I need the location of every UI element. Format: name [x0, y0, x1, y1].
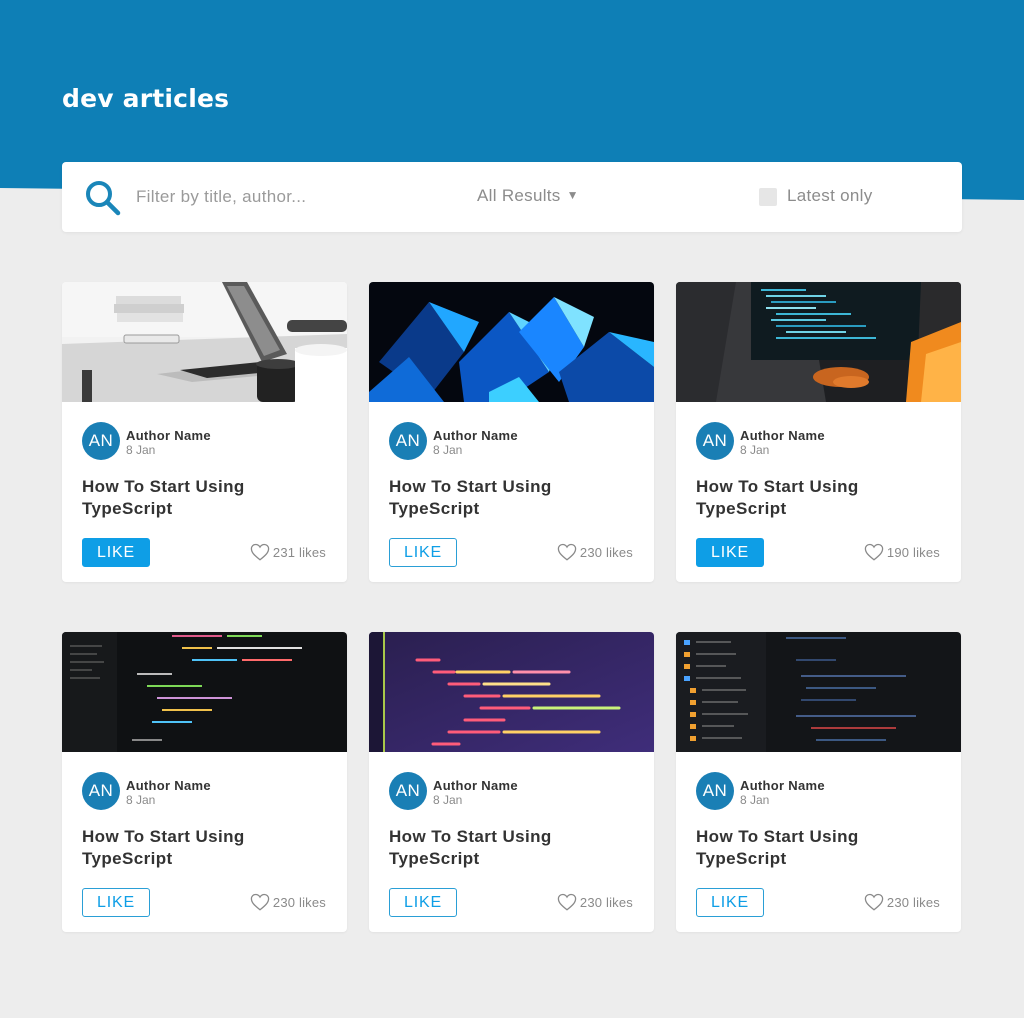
likes-count-label: 230 likes	[272, 894, 326, 910]
like-count: 230 likes	[864, 893, 940, 911]
author-name: Author Name	[740, 428, 825, 443]
latest-only-label: Latest only	[787, 186, 873, 205]
article-thumbnail[interactable]	[676, 632, 961, 752]
like-count: 230 likes	[250, 893, 326, 911]
article-thumbnail[interactable]	[369, 632, 654, 752]
like-count: 231 likes	[250, 543, 326, 561]
likes-count-label: 230 likes	[579, 894, 633, 910]
article-thumbnail[interactable]	[676, 282, 961, 402]
caret-down-icon: ▼	[566, 188, 579, 202]
author-name: Author Name	[126, 778, 211, 793]
latest-only-checkbox[interactable]	[759, 188, 777, 206]
like-button[interactable]: LIKE	[696, 538, 764, 567]
results-dropdown-label: All Results	[477, 186, 561, 205]
article-card[interactable]: AN Author Name 8 Jan How To Start Using Typ…	[62, 282, 347, 582]
heart-icon	[864, 543, 884, 561]
likes-count-label: 231 likes	[272, 544, 326, 560]
article-title[interactable]: How To Start Using TypeScript	[389, 476, 619, 520]
article-card[interactable]: AN Author Name 8 Jan How To Start Using Typ…	[676, 282, 961, 582]
post-date: 8 Jan	[433, 443, 463, 457]
likes-count-label: 230 likes	[579, 544, 633, 560]
article-title[interactable]: How To Start Using TypeScript	[696, 826, 926, 870]
heart-icon	[557, 893, 577, 911]
article-title[interactable]: How To Start Using TypeScript	[82, 476, 312, 520]
post-date: 8 Jan	[433, 793, 463, 807]
search-icon[interactable]	[84, 179, 122, 217]
article-thumbnail[interactable]	[62, 632, 347, 752]
likes-count-label: 190 likes	[886, 544, 940, 560]
author-name: Author Name	[433, 778, 518, 793]
search-input[interactable]	[136, 183, 436, 211]
heart-icon	[250, 893, 270, 911]
like-count: 230 likes	[557, 543, 633, 561]
article-card[interactable]: AN Author Name 8 Jan How To Start Using Typ…	[62, 632, 347, 932]
likes-count-label: 230 likes	[886, 894, 940, 910]
article-title[interactable]: How To Start Using TypeScript	[389, 826, 619, 870]
heart-icon	[250, 543, 270, 561]
post-date: 8 Jan	[126, 443, 156, 457]
heart-icon	[864, 893, 884, 911]
article-thumbnail[interactable]	[369, 282, 654, 402]
filter-bar: All Results ▼ Latest only	[62, 162, 962, 232]
article-title[interactable]: How To Start Using TypeScript	[82, 826, 312, 870]
author-name: Author Name	[126, 428, 211, 443]
article-card[interactable]: AN Author Name 8 Jan How To Start Using Typ…	[369, 282, 654, 582]
post-date: 8 Jan	[126, 793, 156, 807]
avatar: AN	[696, 422, 734, 460]
avatar: AN	[389, 772, 427, 810]
article-title[interactable]: How To Start Using TypeScript	[696, 476, 926, 520]
avatar: AN	[82, 772, 120, 810]
like-button[interactable]: LIKE	[696, 888, 764, 917]
like-button[interactable]: LIKE	[389, 888, 457, 917]
heart-icon	[557, 543, 577, 561]
article-card[interactable]: AN Author Name 8 Jan How To Start Using Typ…	[369, 632, 654, 932]
post-date: 8 Jan	[740, 443, 770, 457]
author-name: Author Name	[740, 778, 825, 793]
like-button[interactable]: LIKE	[389, 538, 457, 567]
like-count: 190 likes	[864, 543, 940, 561]
post-date: 8 Jan	[740, 793, 770, 807]
like-count: 230 likes	[557, 893, 633, 911]
avatar: AN	[389, 422, 427, 460]
site-title: dev articles	[62, 84, 230, 113]
article-thumbnail[interactable]	[62, 282, 347, 402]
avatar: AN	[696, 772, 734, 810]
like-button[interactable]: LIKE	[82, 888, 150, 917]
author-name: Author Name	[433, 428, 518, 443]
article-card[interactable]: AN Author Name 8 Jan How To Start Using Typ…	[676, 632, 961, 932]
avatar: AN	[82, 422, 120, 460]
like-button[interactable]: LIKE	[82, 538, 150, 567]
results-dropdown[interactable]: All Results ▼	[477, 186, 579, 206]
